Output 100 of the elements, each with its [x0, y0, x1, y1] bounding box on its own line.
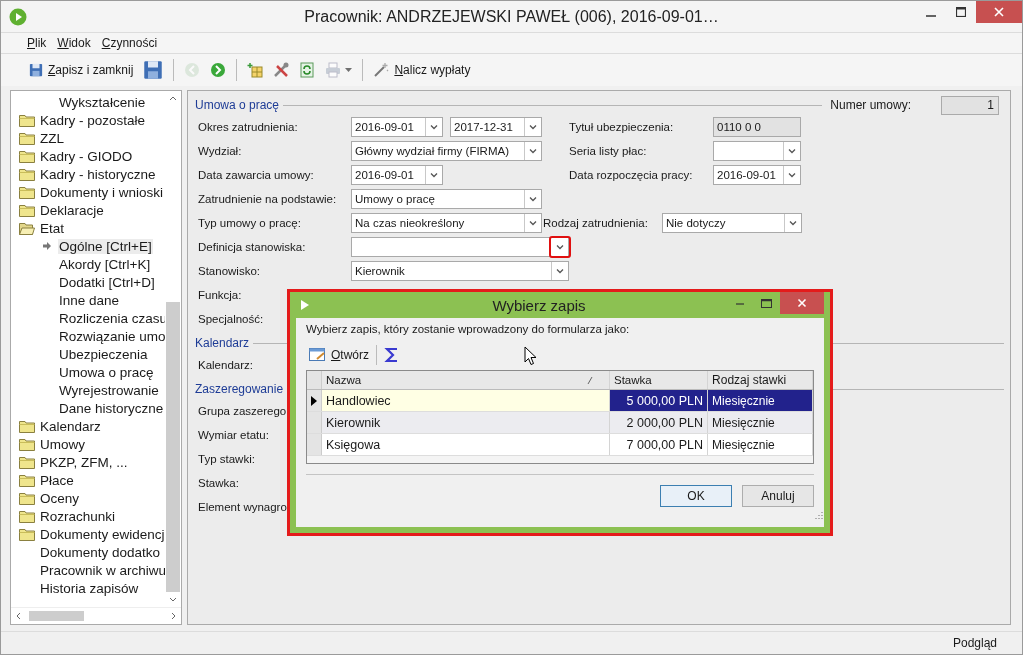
minimize-icon	[735, 303, 744, 305]
number-field[interactable]: 1	[941, 95, 999, 115]
field-label: Funkcja:	[198, 289, 243, 301]
caret-icon	[529, 124, 537, 130]
dropdown-button[interactable]	[549, 236, 571, 258]
table-row[interactable]: Handlowiec 5 000,00 PLN Miesięcznie	[307, 390, 813, 412]
tree-item[interactable]: Etat	[39, 220, 65, 236]
minimize-icon	[926, 15, 936, 17]
printer-dropdown-icon	[325, 62, 353, 78]
column-header[interactable]: Nazwa	[322, 371, 610, 389]
table-cell: Miesięcznie	[708, 412, 813, 433]
tree-item[interactable]: Rozwiązanie umo	[58, 328, 165, 344]
horizontal-scrollbar[interactable]	[11, 607, 181, 624]
tree-item[interactable]: Umowa o pracę	[58, 364, 155, 380]
date-field[interactable]: 2016-09-01	[351, 117, 443, 137]
tree-item[interactable]: Umowy	[39, 436, 86, 452]
dropdown-field[interactable]: Umowy o pracę	[351, 189, 542, 209]
tree-item[interactable]: Historia zapisów	[39, 580, 140, 596]
sigma-icon	[384, 347, 400, 363]
field-label: Rodzaj zatrudnienia:	[542, 217, 649, 229]
tools-icon	[273, 62, 290, 78]
scroll-left-icon	[15, 612, 21, 620]
tree-item[interactable]: Dodatki [Ctrl+D]	[58, 274, 156, 290]
dropdown-field[interactable]: 2016-09-01	[713, 165, 801, 185]
tree-item[interactable]: ZZL	[39, 130, 65, 146]
caret-icon	[788, 148, 796, 154]
section-title: Umowa o pracę	[195, 98, 280, 112]
resize-grip-icon	[815, 511, 823, 519]
ok-button[interactable]: OK	[660, 485, 732, 507]
dropdown-field[interactable]: Nie dotyczy	[662, 213, 802, 233]
table-row[interactable]: Księgowa 7 000,00 PLN Miesięcznie	[307, 434, 813, 456]
tree-item[interactable]: Ogólne [Ctrl+E]	[58, 238, 153, 254]
date-field[interactable]: 2016-09-01	[351, 165, 443, 185]
cancel-button[interactable]: Anuluj	[742, 485, 814, 507]
tree-item[interactable]: Dokumenty ewidencj	[39, 526, 165, 542]
open-button[interactable]: Otwórz	[306, 345, 372, 365]
dropdown-field[interactable]: Kierownik	[351, 261, 569, 281]
tree-item[interactable]: PKZP, ZFM, ...	[39, 454, 129, 470]
tree-item[interactable]: Akordy [Ctrl+K]	[58, 256, 152, 272]
tree-item[interactable]: Dokumenty i wnioski	[39, 184, 165, 200]
field-label: Seria listy płac:	[569, 145, 648, 157]
table-cell: Miesięcznie	[708, 434, 813, 455]
window-title: Pracownik: ANDRZEJEWSKI PAWEŁ (006), 2016-09-01…	[304, 7, 719, 26]
field-label: Element wynagro	[198, 501, 288, 513]
menu-item[interactable]: Plik	[27, 36, 47, 50]
dropdown-field[interactable]: Główny wydział firmy (FIRMA)	[351, 141, 542, 161]
section-title: Kalendarz	[195, 336, 250, 350]
tree-item[interactable]: Kalendarz	[39, 418, 102, 434]
tree-item[interactable]: Wyrejestrowanie	[58, 382, 160, 398]
tree-item[interactable]: Ubezpieczenia	[58, 346, 149, 362]
tree-item[interactable]: Kadry - pozostałe	[39, 112, 147, 128]
caret-icon	[788, 172, 796, 178]
tree-item[interactable]: Dane historyczne	[58, 400, 165, 416]
refresh-icon	[299, 62, 316, 78]
caret-icon	[529, 220, 537, 226]
tree-item[interactable]: Kadry - GIODO	[39, 148, 134, 164]
tree-item[interactable]: Wykształcenie	[58, 94, 147, 110]
caret-icon	[430, 124, 438, 130]
menu-item[interactable]: Widok	[57, 36, 91, 50]
table-cell: 2 000,00 PLN	[610, 412, 709, 433]
date-field[interactable]: 2017-12-31	[450, 117, 542, 137]
calculate-button[interactable]: Nalicz wypłaty	[369, 59, 475, 81]
save-and-close-button[interactable]: Zapisz i zamknij	[25, 60, 138, 80]
field-label: Typ stawki:	[198, 453, 256, 465]
field-label: Wydział:	[198, 145, 243, 157]
caret-icon	[529, 196, 537, 202]
field-label: Specjalność:	[198, 313, 265, 325]
dialog-title: Wybierz zapis	[491, 296, 587, 314]
tree-item[interactable]: Płace	[39, 472, 75, 488]
field-label: Numer umowy:	[830, 98, 911, 112]
dropdown-field[interactable]: Na czas nieokreślony	[351, 213, 542, 233]
text-field[interactable]: 0110 0 0	[713, 117, 801, 137]
field-label: Definicja stanowiska:	[198, 241, 307, 253]
tree-item[interactable]: Inne dane	[58, 292, 121, 308]
tree-item[interactable]: Rozrachunki	[39, 508, 117, 524]
field-label: Kalendarz:	[198, 359, 254, 371]
dropdown-field[interactable]	[351, 237, 569, 257]
grid-sparkle-icon	[247, 62, 264, 78]
app-logo-icon	[9, 7, 27, 26]
column-header[interactable]: Rodzaj stawki	[708, 371, 813, 389]
tree-item[interactable]: Pracownik w archiwu	[39, 562, 165, 578]
column-header[interactable]: Stawka	[610, 371, 709, 389]
tree-item[interactable]: Deklaracje	[39, 202, 105, 218]
caret-icon	[529, 148, 537, 154]
table-cell: Księgowa	[322, 434, 610, 455]
tree-item[interactable]: Kadry - historyczne	[39, 166, 157, 182]
tree-item[interactable]: Dokumenty dodatko	[39, 544, 162, 560]
dropdown-field[interactable]	[713, 141, 801, 161]
field-label: Data zawarcia umowy:	[198, 169, 315, 181]
table-row[interactable]: Kierownik 2 000,00 PLN Miesięcznie	[307, 412, 813, 434]
close-icon	[994, 7, 1004, 17]
tree-item[interactable]: Oceny	[39, 490, 81, 506]
window-pencil-icon	[309, 347, 327, 363]
field-label: Tytuł ubezpieczenia:	[569, 121, 675, 133]
field-label: Grupa zaszerego	[198, 405, 288, 417]
menu-item[interactable]: Czynności	[101, 36, 158, 50]
field-label: Wymiar etatu:	[198, 429, 270, 441]
table-cell: 7 000,00 PLN	[610, 434, 709, 455]
caret-icon	[789, 220, 797, 226]
field-label: Data rozpoczęcia pracy:	[569, 169, 694, 181]
